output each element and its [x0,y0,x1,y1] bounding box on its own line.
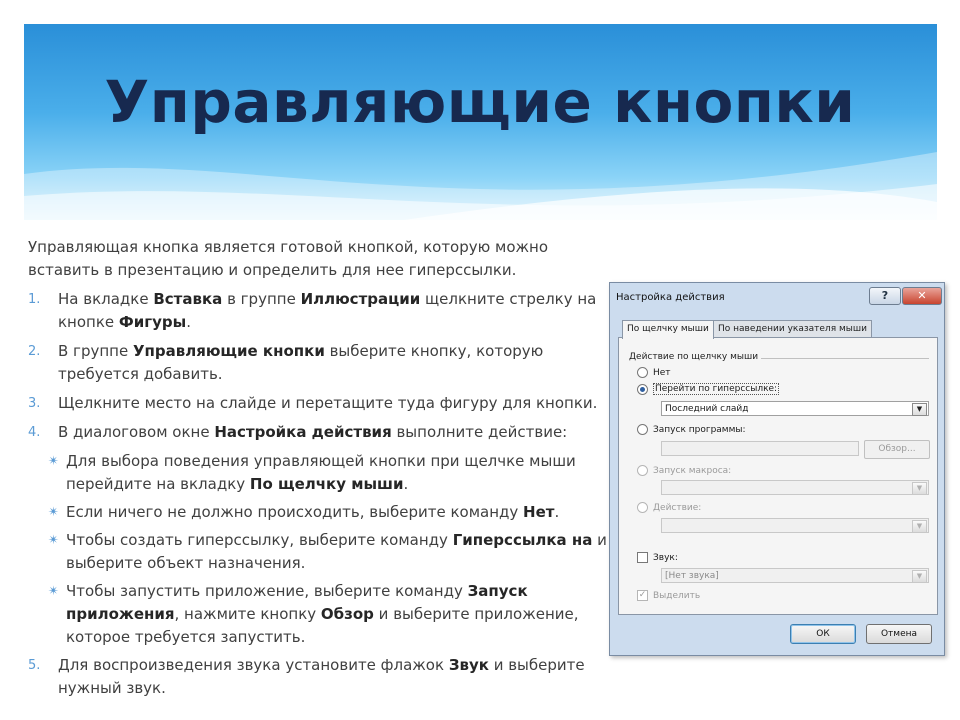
sub-list-item: ✴ Если ничего не должно происходить, выб… [28,501,618,524]
sound-checkbox[interactable] [637,552,648,563]
sound-checkbox-row[interactable]: Звук: [637,552,678,563]
star-bullet-icon: ✴ [48,584,59,599]
chevron-down-icon[interactable]: ▼ [912,482,927,495]
sound-select[interactable]: [Нет звука] ▼ [661,568,929,583]
cancel-button[interactable]: Отмена [866,624,932,644]
chevron-down-icon[interactable]: ▼ [912,570,927,583]
program-path-input[interactable] [661,441,859,456]
select-value: [Нет звука] [665,571,719,581]
radio-label: Перейти по гиперссылке: [653,383,780,395]
page-title: Управляющие кнопки [104,68,856,136]
bold-run: Иллюстрации [300,290,421,308]
text-run: В группе [58,342,133,360]
list-item: 5. Для воспроизведения звука установите … [28,654,618,700]
tab-panel: Действие по щелчку мыши Нет Перейти по г… [618,337,938,615]
bold-run: Обзор [320,605,374,623]
sub-list-item: ✴ Чтобы создать гиперссылку, выберите ко… [28,529,618,575]
radio-run-macro[interactable]: Запуск макроса: [637,465,731,476]
bold-run: По щелчку мыши [249,475,404,493]
bold-run: Гиперссылка на [452,531,593,549]
intro-text: Управляющая кнопка является готовой кноп… [28,238,549,279]
browse-button[interactable]: Обзор... [864,440,930,459]
radio-button[interactable] [637,502,648,513]
list-item: 1. На вкладке Вставка в группе Иллюстрац… [28,288,618,334]
group-label: Действие по щелчку мыши [629,352,759,362]
bold-run: Фигуры [118,313,187,331]
star-bullet-icon: ✴ [48,533,59,548]
list-number: 4. [28,425,41,440]
radio-button[interactable] [637,367,648,378]
list-item: 4. В диалоговом окне Настройка действия … [28,421,618,444]
list-item: 2. В группе Управляющие кнопки выберите … [28,340,618,386]
radio-label: Нет [653,367,671,378]
list-number: 5. [28,658,41,673]
radio-none[interactable]: Нет [637,367,671,378]
bold-run: Настройка действия [214,423,392,441]
action-settings-dialog: Настройка действия ? ✕ По щелчку мыши По… [609,282,945,656]
text-run: В диалоговом окне [58,423,215,441]
select-value: Последний слайд [665,404,749,414]
highlight-checkbox[interactable]: ✓ [637,590,648,601]
chevron-down-icon[interactable]: ▼ [912,520,927,533]
text-run: Щелкните место на слайде и перетащите ту… [58,394,598,412]
checkbox-label: Выделить [653,590,701,601]
radio-button[interactable] [637,465,648,476]
bold-run: Звук [448,656,489,674]
text-run: . [186,313,192,331]
radio-button-selected[interactable] [637,383,648,395]
radio-label: Запуск программы: [653,424,746,435]
text-run: Для воспроизведения звука установите фла… [58,656,449,674]
group-divider [761,358,929,359]
hyperlink-select[interactable]: Последний слайд ▼ [661,401,929,416]
sub-list-item: ✴ Чтобы запустить приложение, выберите к… [28,580,618,649]
action-select[interactable]: ▼ [661,518,929,533]
text-run: Чтобы создать гиперссылку, выберите кома… [66,531,453,549]
list-item: 3. Щелкните место на слайде и перетащите… [28,392,618,415]
list-number: 1. [28,292,41,307]
list-number: 3. [28,396,41,411]
macro-select[interactable]: ▼ [661,480,929,495]
radio-button[interactable] [637,424,648,435]
checkbox-label: Звук: [653,552,678,563]
text-run: На вкладке [58,290,154,308]
bold-run: Вставка [153,290,223,308]
tab-on-mouse-over[interactable]: По наведении указателя мыши [713,320,872,338]
text-run: выполните действие: [391,423,568,441]
list-number: 2. [28,344,41,359]
slide-body: Управляющая кнопка является готовой кноп… [28,236,618,706]
text-run: в группе [222,290,301,308]
text-run: Чтобы запустить приложение, выберите ком… [66,582,468,600]
sub-list-item: ✴ Для выбора поведения управляющей кнопк… [28,450,618,496]
bold-run: Управляющие кнопки [132,342,325,360]
bold-run: Нет [523,503,555,521]
radio-label: Запуск макроса: [653,465,732,476]
text-run: , нажмите кнопку [174,605,321,623]
text-run: . [554,503,560,521]
radio-hyperlink[interactable]: Перейти по гиперссылке: [637,383,780,395]
highlight-checkbox-row[interactable]: ✓ Выделить [637,590,700,601]
radio-label: Действие: [653,502,702,513]
star-bullet-icon: ✴ [48,505,59,520]
close-button[interactable]: ✕ [902,287,942,305]
radio-run-program[interactable]: Запуск программы: [637,424,746,435]
help-button[interactable]: ? [869,287,901,305]
dialog-title: Настройка действия [616,292,725,303]
text-run: . [403,475,409,493]
ok-button[interactable]: ОК [790,624,856,644]
chevron-down-icon[interactable]: ▼ [912,403,927,416]
text-run: Если ничего не должно происходить, выбер… [66,503,524,521]
radio-object-action[interactable]: Действие: [637,502,701,513]
tab-on-mouse-click[interactable]: По щелчку мыши [622,320,714,339]
star-bullet-icon: ✴ [48,454,59,469]
